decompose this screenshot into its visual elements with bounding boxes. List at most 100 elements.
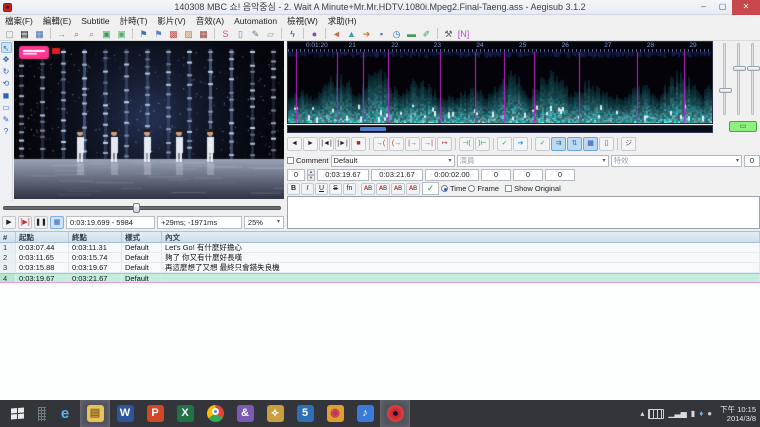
audio-vertical-link-icon[interactable]: ▯ — [599, 137, 614, 151]
tray-gray-icon[interactable]: ● — [707, 409, 712, 418]
comment-checkbox[interactable] — [287, 157, 294, 164]
format-fn-button[interactable]: fn — [343, 183, 356, 195]
color-button-2[interactable]: AB — [376, 183, 390, 195]
video-pause-button[interactable]: ❚❚ — [34, 216, 48, 229]
show-original-checkbox[interactable] — [505, 185, 512, 192]
audio-play-last-500-icon[interactable]: |→ — [405, 137, 420, 151]
audio-lead-in-icon[interactable]: ⊣( — [459, 137, 474, 151]
taskbar-chrome-icon[interactable] — [200, 400, 230, 427]
video-play-button[interactable]: ▶ — [2, 216, 16, 229]
duration-field[interactable]: 0:00:02.00 — [425, 169, 479, 181]
audio-stop-icon[interactable]: ■ — [351, 137, 366, 151]
format-i-button[interactable]: I — [301, 183, 314, 195]
grid-col-樣式[interactable]: 樣式 — [122, 232, 162, 242]
menu-item-W[interactable]: 檢視(W) — [282, 15, 323, 27]
effect-combo[interactable]: 特效▾ — [611, 155, 742, 167]
options-icon[interactable]: ⚒ — [442, 28, 455, 40]
taskbar-app5-icon[interactable]: 5 — [290, 400, 320, 427]
start-time-field[interactable]: 0:03:19.67 — [317, 169, 369, 181]
maximize-button[interactable]: ▢ — [713, 0, 732, 15]
replace-icon[interactable]: ⌕ — [85, 28, 98, 40]
seek-thumb[interactable] — [133, 203, 140, 213]
margin-right-field[interactable]: 0 — [513, 169, 543, 181]
select-lines-icon[interactable]: ▣ — [100, 28, 113, 40]
battery-icon[interactable]: ▮ — [691, 409, 695, 418]
network-icon[interactable]: ▁▃▅ — [668, 409, 686, 418]
audio-play-begin-icon[interactable]: |◄| — [319, 137, 334, 151]
rotate-xy-tool-icon[interactable]: ⟲ — [1, 78, 12, 89]
subtitle-row-4[interactable]: 40:03:19.670:03:21.67Default — [0, 273, 760, 283]
time-radio[interactable] — [441, 185, 448, 192]
close-button[interactable]: ✕ — [732, 0, 760, 15]
tag-commit-icon[interactable]: ▣ — [115, 28, 128, 40]
volume-slider[interactable] — [751, 43, 754, 115]
grid-col-起點[interactable]: 起點 — [16, 232, 69, 242]
save-subtitles-icon[interactable]: ▦ — [33, 28, 46, 40]
menu-item-Subtitle[interactable]: Subtitle — [76, 15, 114, 27]
format-u-button[interactable]: U — [315, 183, 328, 195]
audio-play-500-after-icon[interactable]: →| — [421, 137, 436, 151]
commit-button[interactable]: ✓ — [422, 182, 439, 195]
zoom-link-button[interactable]: ▭ — [729, 121, 757, 132]
toggle-tags-icon[interactable]: ⚑ — [137, 28, 150, 40]
audio-play-selection-after-icon[interactable]: ► — [303, 137, 318, 151]
shift-up-icon[interactable]: ▲ — [345, 28, 358, 40]
taskbar-explorer-icon[interactable]: ▤ — [80, 400, 110, 427]
taskbar-palette-app-icon[interactable]: ◉ — [320, 400, 350, 427]
menu-item-E[interactable]: 編輯(E) — [38, 15, 76, 27]
layer-field[interactable]: 0 — [287, 169, 305, 181]
audio-scroll-thumb[interactable] — [360, 127, 386, 131]
audio-scrollbar[interactable] — [287, 125, 713, 133]
rotate-z-tool-icon[interactable]: ↻ — [1, 66, 12, 77]
taskbar-clock[interactable]: 下午 10:15 2014/3/8 — [716, 405, 756, 423]
subtitle-row-3[interactable]: 30:03:15.880:03:19.67Default再這麼想了又想 最終只會… — [0, 263, 760, 273]
new-subtitles-icon[interactable]: ▢ — [3, 28, 16, 40]
help-tool-icon[interactable]: ? — [1, 126, 12, 137]
start-button[interactable] — [0, 400, 34, 427]
audio-play-end-icon[interactable]: |►| — [335, 137, 350, 151]
subtitle-row-2[interactable]: 20:03:11.650:03:15.74Default夠了 你又有什麼好長嘆 — [0, 253, 760, 263]
open-subtitles-icon[interactable]: ▤ — [18, 28, 31, 40]
menu-item-H[interactable]: 求助(H) — [323, 15, 362, 27]
minimize-button[interactable]: – — [694, 0, 713, 15]
audio-go-to-icon[interactable]: ➔ — [513, 137, 528, 151]
attachments-icon[interactable]: ▨ — [182, 28, 195, 40]
styles-manager-icon[interactable]: ▩ — [167, 28, 180, 40]
margin-left-field[interactable]: 0 — [481, 169, 511, 181]
menu-item-A[interactable]: 音效(A) — [191, 15, 229, 27]
subtitle-text-editor[interactable] — [287, 196, 760, 229]
audio-play-first-500-icon[interactable]: (→ — [389, 137, 404, 151]
spell-checker-icon[interactable]: S — [219, 28, 232, 40]
color-button-1[interactable]: AB — [361, 183, 375, 195]
automation-icon[interactable]: ϟ — [286, 28, 299, 40]
audio-karaoke-icon[interactable]: ジ — [621, 137, 636, 151]
taskbar-itunes-icon[interactable]: ♪ — [350, 400, 380, 427]
taskbar-ie-icon[interactable]: e — [50, 400, 80, 427]
video-play-line-button[interactable]: [▶] — [18, 216, 32, 229]
standard-tool-icon[interactable]: ↖ — [1, 42, 12, 53]
audio-spectrogram[interactable] — [287, 52, 713, 124]
audio-play-to-end-icon[interactable]: ↦ — [437, 137, 452, 151]
resample-icon[interactable]: ▬ — [405, 28, 418, 40]
audio-lead-out-icon[interactable]: )⊢ — [475, 137, 490, 151]
jump-to-icon[interactable]: → — [55, 28, 68, 40]
video-zoom-select[interactable]: 25% ▾ — [244, 216, 284, 229]
drag-tool-icon[interactable]: ✥ — [1, 54, 12, 65]
actor-combo[interactable]: 演員▾ — [457, 155, 609, 167]
menu-item-T[interactable]: 計時(T) — [115, 15, 153, 27]
audio-auto-commit-icon[interactable]: ✓ — [535, 137, 550, 151]
menu-item-V[interactable]: 影片(V) — [152, 15, 190, 27]
shift-times-icon[interactable]: ◷ — [390, 28, 403, 40]
taskbar-word-icon[interactable]: W — [110, 400, 140, 427]
grid-col-終點[interactable]: 終點 — [69, 232, 122, 242]
snap-icon[interactable]: ▪ — [375, 28, 388, 40]
vertical-zoom-slider[interactable] — [737, 43, 740, 115]
audio-auto-next-icon[interactable]: ⇉ — [551, 137, 566, 151]
color-button-3[interactable]: AB — [391, 183, 405, 195]
translation-assistant-icon[interactable]: ▯ — [234, 28, 247, 40]
scale-tool-icon[interactable]: ◼ — [1, 90, 12, 101]
taskbar-aegisub-icon[interactable] — [380, 400, 410, 427]
grid-col-內文[interactable]: 內文 — [162, 232, 760, 242]
layer-spinner[interactable]: ▲▼ — [307, 169, 315, 181]
shift-right-icon[interactable]: ➔ — [360, 28, 373, 40]
